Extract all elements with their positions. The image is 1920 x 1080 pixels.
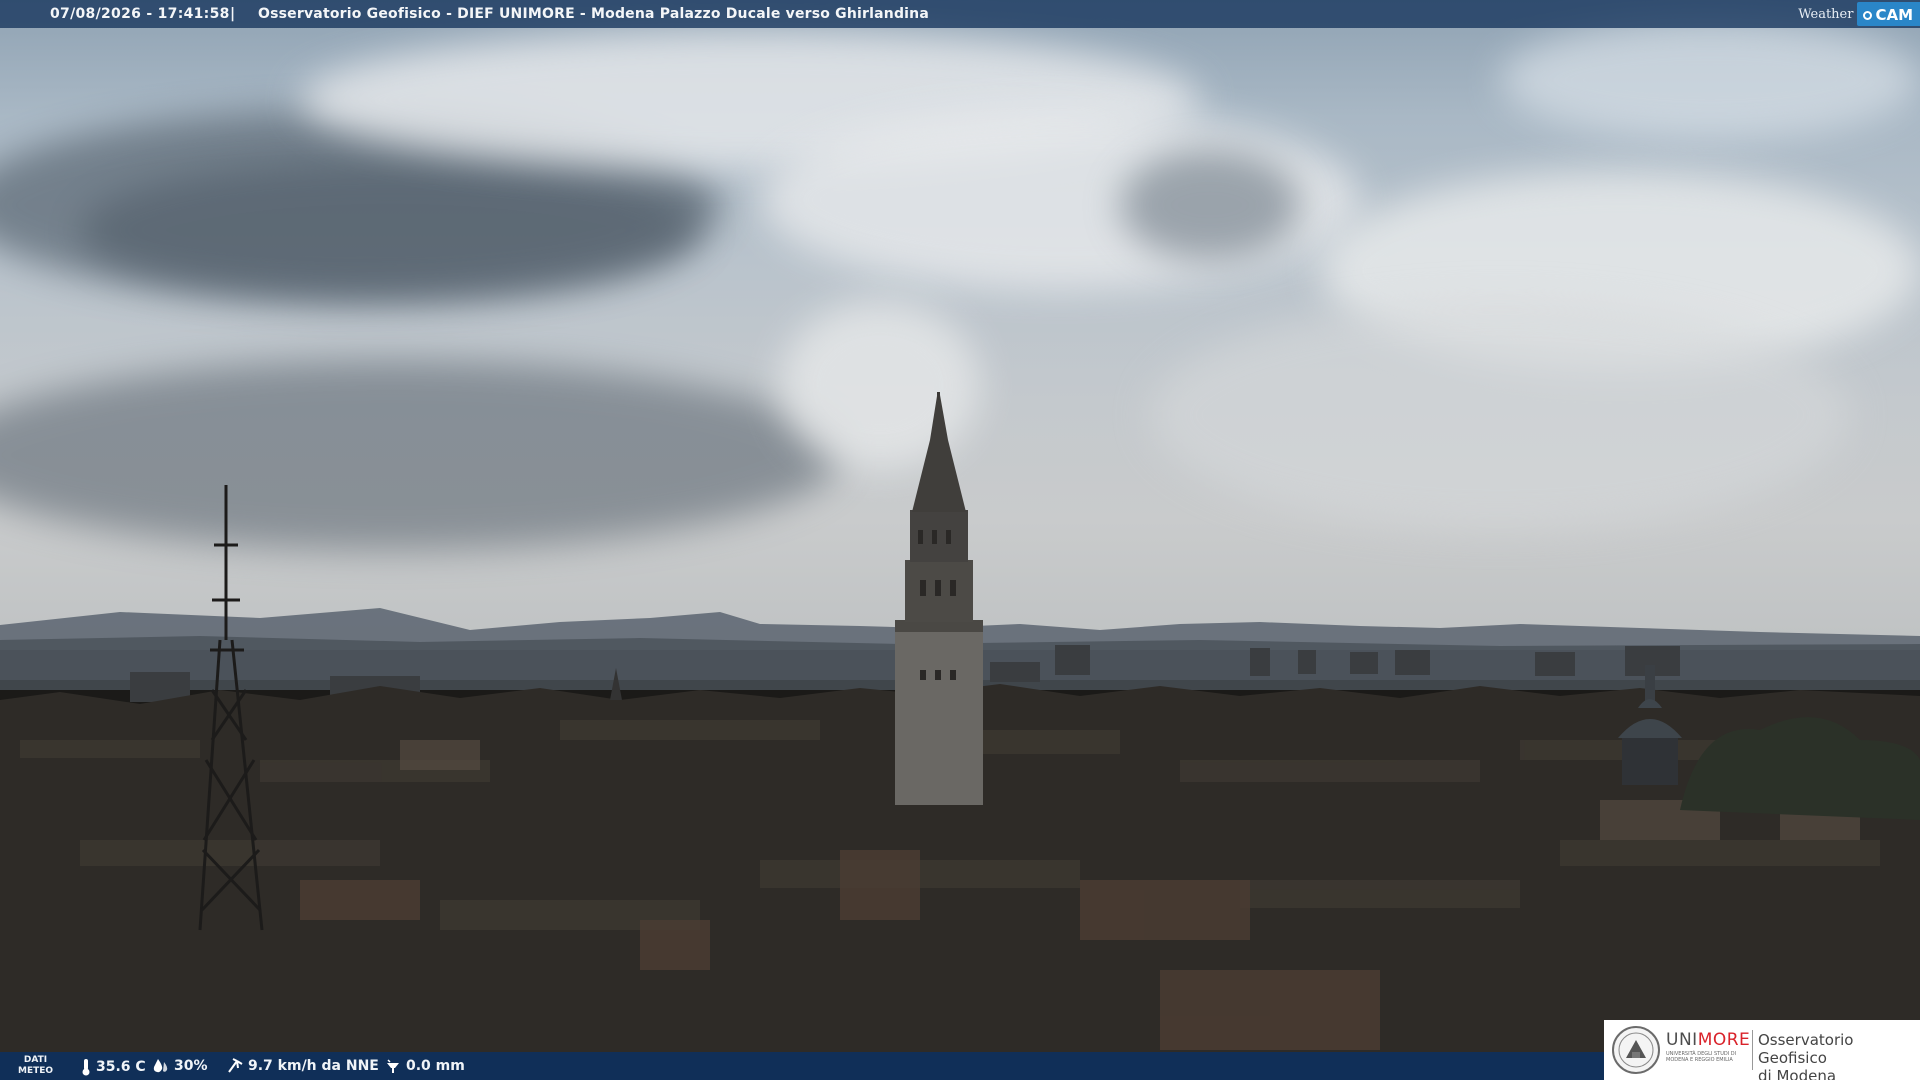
weathercam-logo-cam-text: CAM: [1875, 6, 1913, 24]
humidity-drop-icon: [153, 1059, 168, 1073]
university-seal-icon: [1612, 1026, 1660, 1074]
capture-timestamp: 07/08/2026 - 17:41:58: [50, 6, 230, 22]
observatory-name: Osservatorio Geofisico di Modena: [1758, 1031, 1920, 1080]
rain-gauge-icon: [387, 1059, 399, 1073]
unimore-subtitle: UNIVERSITÀ DEGLI STUDI DI MODENA E REGGI…: [1666, 1051, 1737, 1063]
wind-icon: [228, 1058, 243, 1073]
meteo-label-line1: DATI: [23, 1055, 48, 1065]
temperature-reading: 35.6 C: [80, 1058, 146, 1076]
weathercam-logo-cam: CAM: [1857, 2, 1920, 26]
weathercam-logo-weather: Weather: [1798, 6, 1854, 22]
humidity-reading: 30%: [152, 1058, 208, 1074]
weather-data-bar: DATI METEO 35.6 C 30% 9.7 km/h da NNE 0.…: [0, 1052, 1604, 1080]
unimore-wordmark: UNIMORE: [1666, 1030, 1750, 1050]
webcam-frame: 07/08/2026 - 17:41:58 | Osservatorio Geo…: [0, 0, 1920, 1080]
top-info-bar: 07/08/2026 - 17:41:58 | Osservatorio Geo…: [0, 0, 1920, 28]
weathercam-logo: Weather CAM: [1798, 0, 1920, 28]
wind-reading: 9.7 km/h da NNE: [226, 1058, 379, 1074]
unimore-logo: UNIMORE UNIVERSITÀ DEGLI STUDI DI MODENA…: [1604, 1020, 1920, 1080]
unimore-prefix: UNI: [1666, 1030, 1698, 1050]
observatory-line2: di Modena: [1758, 1067, 1837, 1080]
wind-value: 9.7 km/h da NNE: [248, 1058, 379, 1074]
rain-value: 0.0 mm: [406, 1058, 465, 1074]
unimore-accent: MORE: [1697, 1030, 1751, 1050]
rain-reading: 0.0 mm: [384, 1058, 465, 1074]
temperature-value: 35.6 C: [96, 1059, 146, 1075]
humidity-value: 30%: [174, 1058, 208, 1074]
separator: |: [230, 6, 236, 22]
thermometer-icon: [82, 1059, 90, 1076]
ghirlandina-tower: [895, 392, 983, 805]
logo-divider: [1752, 1030, 1753, 1070]
city-landscape: [0, 392, 1920, 1080]
observatory-line1: Osservatorio Geofisico: [1758, 1031, 1854, 1067]
camera-lens-icon: [1863, 10, 1873, 20]
meteo-label-line2: METEO: [18, 1066, 54, 1076]
meteo-label: DATI METEO: [18, 1055, 53, 1077]
camera-title: Osservatorio Geofisico - DIEF UNIMORE - …: [258, 6, 929, 22]
